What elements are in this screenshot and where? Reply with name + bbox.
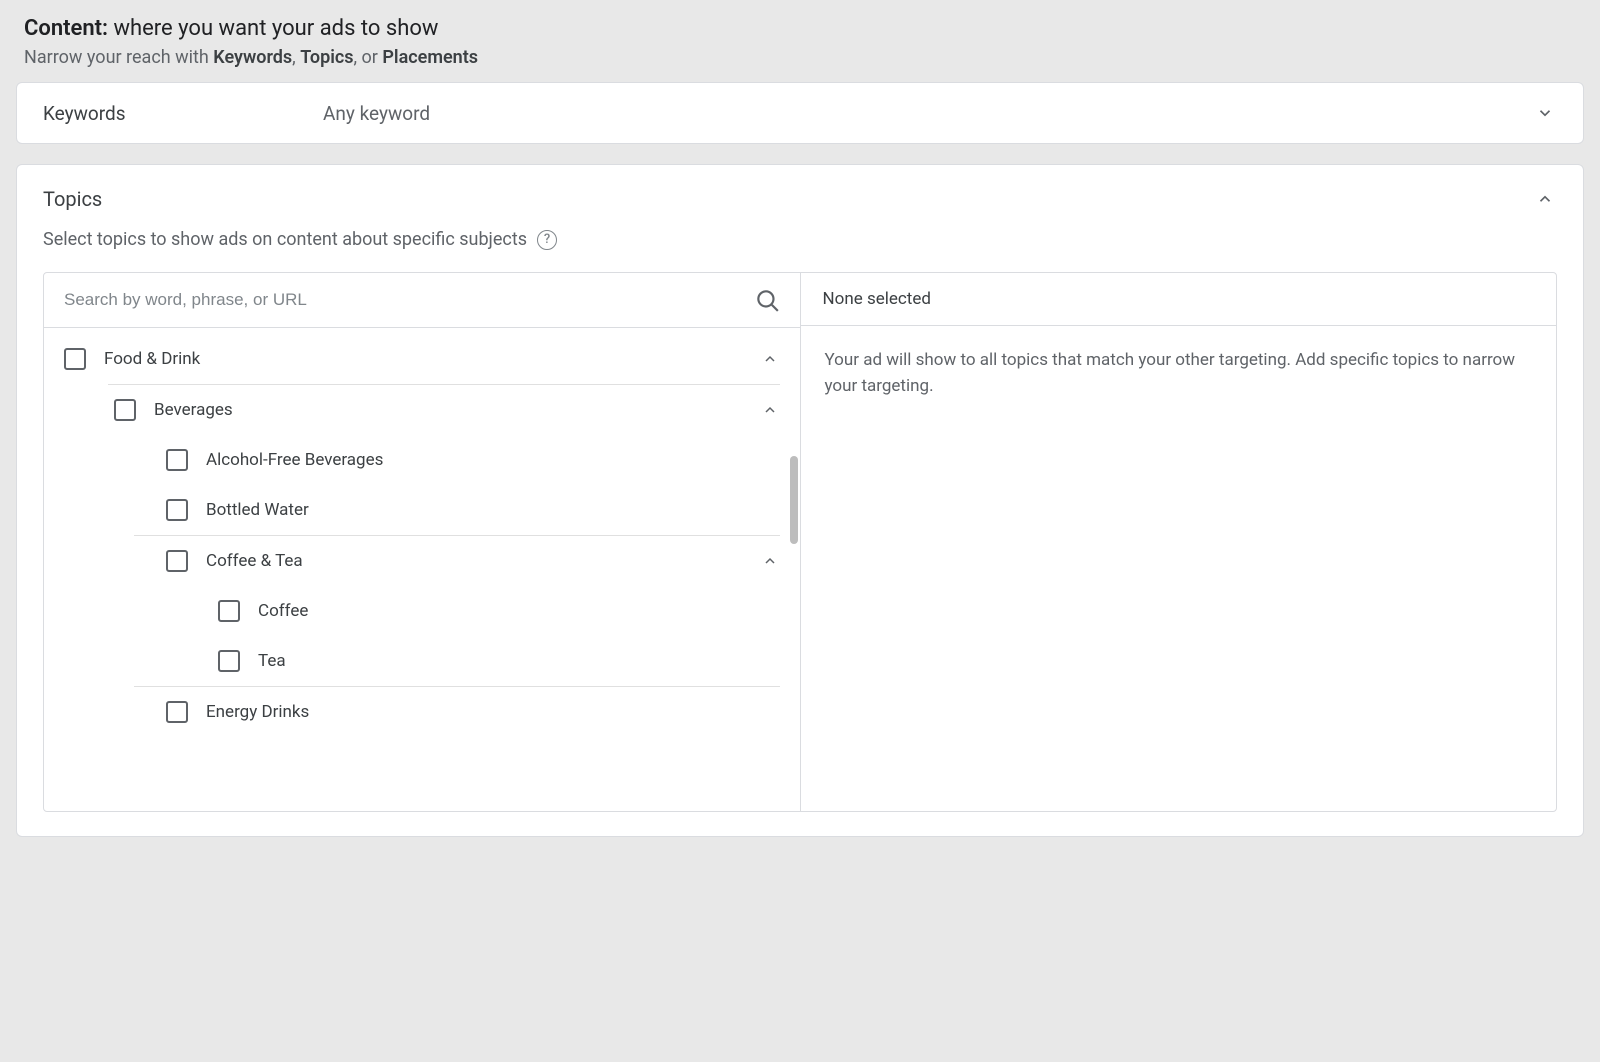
- checkbox[interactable]: [166, 550, 188, 572]
- tree-item-beverages[interactable]: Beverages: [44, 385, 800, 435]
- title-rest: where you want your ads to show: [108, 16, 438, 41]
- keywords-value: Any keyword: [323, 102, 1533, 125]
- topics-description-row: Select topics to show ads on content abo…: [17, 221, 1583, 272]
- tree-item-tea[interactable]: Tea: [44, 636, 800, 686]
- checkbox[interactable]: [64, 348, 86, 370]
- chevron-up-icon[interactable]: [760, 400, 780, 420]
- checkbox[interactable]: [218, 650, 240, 672]
- checkbox[interactable]: [166, 499, 188, 521]
- topics-left-pane: Food & Drink Beverages Alcohol-Free Beve…: [44, 273, 801, 811]
- topics-panel: Topics Select topics to show ads on cont…: [16, 164, 1584, 837]
- tree-item-food-drink[interactable]: Food & Drink: [44, 334, 800, 384]
- checkbox[interactable]: [166, 449, 188, 471]
- tree-label: Beverages: [154, 400, 742, 420]
- topics-header-row[interactable]: Topics: [17, 165, 1583, 221]
- topics-description: Select topics to show ads on content abo…: [43, 229, 527, 250]
- topics-search-row: [44, 273, 800, 328]
- targeting-description: Your ad will show to all topics that mat…: [801, 326, 1557, 421]
- checkbox[interactable]: [114, 399, 136, 421]
- content-header: Content: where you want your ads to show…: [16, 16, 1584, 68]
- tree-label: Energy Drinks: [206, 702, 780, 722]
- tree-label: Tea: [258, 651, 780, 671]
- topics-right-pane: None selected Your ad will show to all t…: [801, 273, 1557, 811]
- keywords-panel[interactable]: Keywords Any keyword: [16, 82, 1584, 144]
- topics-split-container: Food & Drink Beverages Alcohol-Free Beve…: [43, 272, 1557, 812]
- tree-item-bottled-water[interactable]: Bottled Water: [44, 485, 800, 535]
- tree-label: Alcohol-Free Beverages: [206, 450, 780, 470]
- checkbox[interactable]: [166, 701, 188, 723]
- tree-item-energy-drinks[interactable]: Energy Drinks: [44, 687, 800, 737]
- page-subtitle: Narrow your reach with Keywords, Topics,…: [24, 47, 1584, 68]
- tree-label: Bottled Water: [206, 500, 780, 520]
- topics-search-input[interactable]: [64, 290, 754, 310]
- chevron-down-icon: [1533, 101, 1557, 125]
- search-icon[interactable]: [754, 287, 780, 313]
- title-bold: Content:: [24, 16, 108, 41]
- chevron-up-icon[interactable]: [760, 551, 780, 571]
- tree-item-alcohol-free[interactable]: Alcohol-Free Beverages: [44, 435, 800, 485]
- keywords-label: Keywords: [43, 102, 323, 125]
- topics-tree[interactable]: Food & Drink Beverages Alcohol-Free Beve…: [44, 328, 800, 811]
- chevron-up-icon[interactable]: [760, 349, 780, 369]
- tree-label: Coffee & Tea: [206, 551, 742, 571]
- tree-label: Food & Drink: [104, 349, 742, 369]
- chevron-up-icon: [1533, 187, 1557, 211]
- tree-label: Coffee: [258, 601, 780, 621]
- tree-item-coffee-tea[interactable]: Coffee & Tea: [44, 536, 800, 586]
- selected-count-label: None selected: [801, 273, 1557, 326]
- page-title: Content: where you want your ads to show: [24, 16, 1584, 41]
- help-icon[interactable]: ?: [537, 230, 557, 250]
- topics-title: Topics: [43, 187, 102, 211]
- tree-item-coffee[interactable]: Coffee: [44, 586, 800, 636]
- checkbox[interactable]: [218, 600, 240, 622]
